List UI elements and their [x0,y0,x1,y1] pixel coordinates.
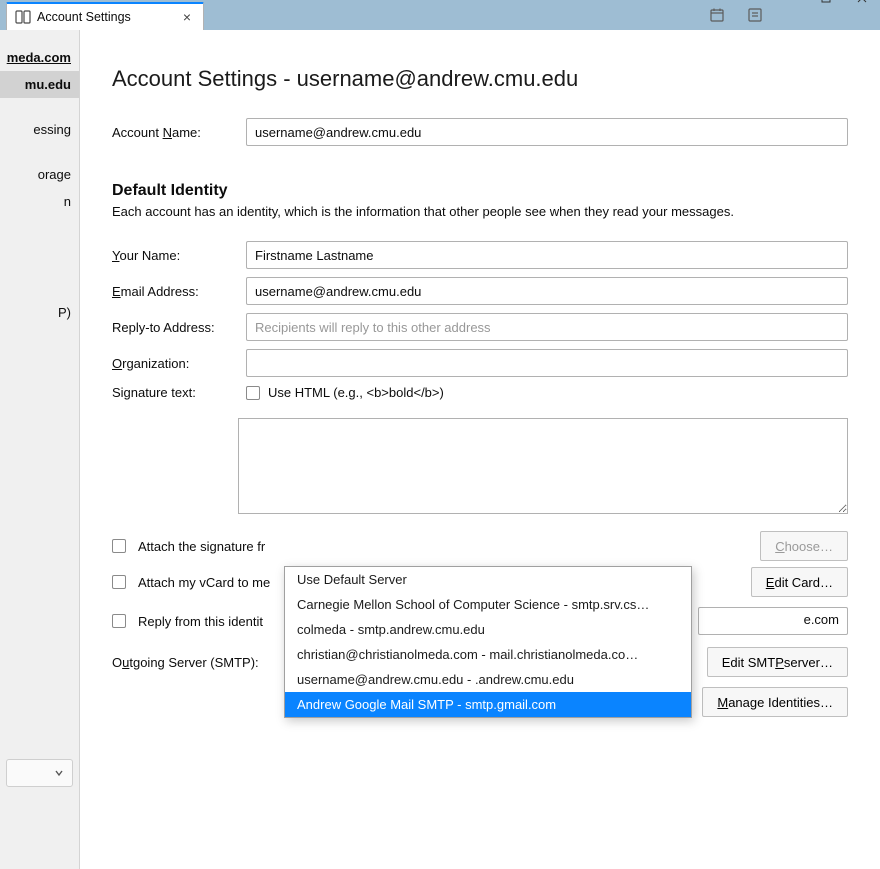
account-name-label: Account Name: [112,125,238,140]
reply-from-identity-checkbox[interactable] [112,614,126,628]
page-body: meda.com mu.edu essing orage n P) Accoun… [0,30,880,869]
close-icon[interactable]: × [181,9,193,25]
manage-identities-button[interactable]: Manage Identities… [702,687,848,717]
sidebar-item-selected[interactable]: mu.edu [0,71,79,98]
dropdown-item[interactable]: Use Default Server [285,567,691,592]
section-desc: Each account has an identity, which is t… [112,204,848,219]
dropdown-item[interactable]: username@andrew.cmu.edu - .andrew.cmu.ed… [285,667,691,692]
settings-panel: Account Settings - username@andrew.cmu.e… [80,30,880,869]
window-close-icon[interactable] [844,0,880,11]
dropdown-item-highlighted[interactable]: Andrew Google Mail SMTP - smtp.gmail.com [285,692,691,717]
edit-smtp-button[interactable]: Edit SMTP server… [707,647,848,677]
email-input[interactable] [246,277,848,305]
page-title: Account Settings - username@andrew.cmu.e… [112,66,848,92]
smtp-dropdown[interactable]: Use Default Server Carnegie Mellon Schoo… [284,566,692,718]
chevron-down-icon [54,768,64,778]
reply-to-label: Reply-to Address: [112,320,238,335]
window-maximize-icon[interactable] [808,0,844,11]
settings-tab-icon [15,9,31,25]
dropdown-item[interactable]: christian@christianolmeda.com - mail.chr… [285,642,691,667]
reply-from-input-tail: e.com [804,612,839,627]
use-html-checkbox[interactable] [246,386,260,400]
sidebar-item[interactable]: P) [0,299,79,326]
reply-from-identity-label: Reply from this identit [138,614,263,629]
calendar-icon[interactable] [704,2,730,28]
edit-card-button[interactable]: Edit Card… [751,567,848,597]
window-minimize-icon[interactable] [772,0,808,11]
sidebar-item[interactable]: orage [0,161,79,188]
tasks-icon[interactable] [742,2,768,28]
attach-vcard-label: Attach my vCard to me [138,575,270,590]
outgoing-server-label: Outgoing Server (SMTP): [112,655,282,670]
your-name-label: Your Name: [112,248,238,263]
dropdown-item[interactable]: Carnegie Mellon School of Computer Scien… [285,592,691,617]
titlebar-right [704,0,880,30]
email-label: Email Address: [112,284,238,299]
attach-signature-checkbox[interactable] [112,539,126,553]
account-name-input[interactable] [246,118,848,146]
sidebar-item[interactable]: n [0,188,79,215]
sidebar-expand-button[interactable] [6,759,73,787]
sidebar-item[interactable]: essing [0,116,79,143]
your-name-input[interactable] [246,241,848,269]
tab-account-settings[interactable]: Account Settings × [6,2,204,30]
section-title-identity: Default Identity [112,182,848,200]
account-sidebar: meda.com mu.edu essing orage n P) [0,30,80,869]
sidebar-item[interactable]: meda.com [0,44,79,71]
use-html-label: Use HTML (e.g., <b>bold</b>) [268,385,444,400]
tab-title: Account Settings [37,10,131,24]
organization-input[interactable] [246,349,848,377]
window-titlebar: Account Settings × [0,0,880,30]
signature-text-label: Signature text: [112,385,238,400]
organization-label: Organization: [112,356,238,371]
reply-to-input[interactable] [246,313,848,341]
dropdown-item[interactable]: colmeda - smtp.andrew.cmu.edu [285,617,691,642]
attach-vcard-checkbox[interactable] [112,575,126,589]
signature-textarea[interactable] [238,418,848,514]
choose-button[interactable]: Choose… [760,531,848,561]
